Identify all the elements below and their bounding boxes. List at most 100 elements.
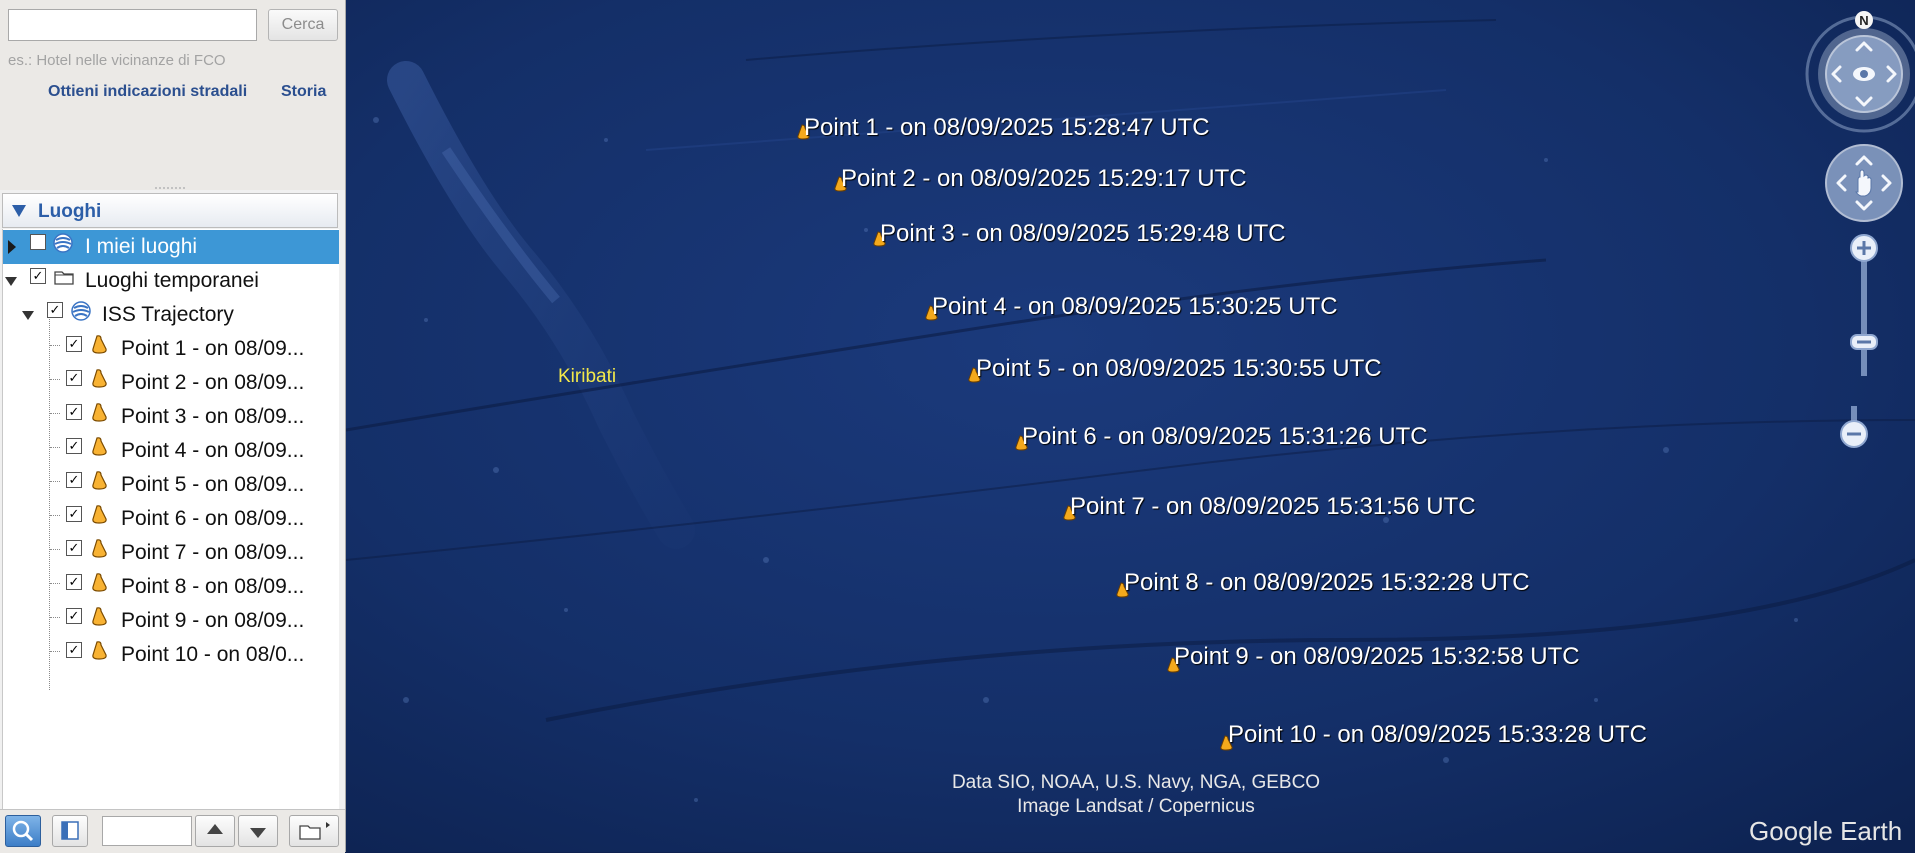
tree-item-label: Point 1 - on 08/09...: [121, 337, 305, 360]
placemark-label[interactable]: Point 4 - on 08/09/2025 15:30:25 UTC: [932, 293, 1338, 321]
attribution-line: Image Landsat / Copernicus: [1017, 796, 1255, 817]
checkbox[interactable]: ✓: [66, 506, 82, 522]
panel-toolbar: [0, 809, 345, 853]
panel-splitter[interactable]: [0, 186, 345, 192]
north-label: N: [1859, 13, 1868, 28]
checkbox[interactable]: ✓: [66, 336, 82, 352]
globe-network-icon: [53, 233, 73, 253]
folder-menu-button[interactable]: [289, 815, 339, 847]
tree-item-label: Point 5 - on 08/09...: [121, 473, 305, 496]
search-area: Cerca es.: Hotel nelle vicinanze di FCO …: [0, 0, 345, 190]
tree-item-point[interactable]: ✓ Point 5 - on 08/09...: [3, 468, 339, 502]
search-input[interactable]: [8, 9, 257, 41]
placemark-label[interactable]: Point 10 - on 08/09/2025 15:33:28 UTC: [1228, 721, 1647, 749]
checkbox[interactable]: ✓: [66, 574, 82, 590]
zoom-slider[interactable]: [1850, 234, 1878, 376]
placemark-label[interactable]: Point 1 - on 08/09/2025 15:28:47 UTC: [804, 114, 1210, 142]
folder-icon: [299, 822, 330, 840]
tree-item-label: Luoghi temporanei: [85, 269, 259, 292]
placemark-label[interactable]: Point 7 - on 08/09/2025 15:31:56 UTC: [1070, 493, 1476, 521]
tree-item-point[interactable]: ✓ Point 4 - on 08/09...: [3, 434, 339, 468]
checkbox[interactable]: ✓: [66, 472, 82, 488]
tree-item-point[interactable]: ✓ Point 9 - on 08/09...: [3, 604, 339, 638]
magnifier-icon: [12, 820, 34, 842]
placemark-label[interactable]: Point 8 - on 08/09/2025 15:32:28 UTC: [1124, 569, 1530, 597]
google-earth-logo: Google Earth: [1749, 816, 1903, 846]
collapse-arrow-icon[interactable]: [22, 311, 34, 320]
placemark-label[interactable]: Point 5 - on 08/09/2025 15:30:55 UTC: [976, 355, 1382, 383]
tree-item-label: Point 7 - on 08/09...: [121, 541, 305, 564]
navigation-controls: N: [1805, 11, 1915, 376]
search-tab-button[interactable]: [5, 815, 41, 847]
checkbox[interactable]: ✓: [30, 268, 46, 284]
attribution-line: Data SIO, NOAA, U.S. Navy, NGA, GEBCO: [951, 772, 1321, 793]
move-up-button[interactable]: [195, 815, 235, 847]
expand-arrow-icon[interactable]: [8, 240, 16, 254]
history-link[interactable]: Storia: [281, 83, 326, 101]
placemark-label[interactable]: Point 3 - on 08/09/2025 15:29:48 UTC: [880, 220, 1286, 248]
checkbox[interactable]: ✓: [66, 642, 82, 658]
toolbar-field[interactable]: [102, 816, 192, 846]
tree-item-iss-trajectory[interactable]: ✓ ISS Trajectory: [3, 298, 339, 332]
look-joystick[interactable]: [1805, 15, 1915, 133]
checkbox[interactable]: ✓: [66, 404, 82, 420]
placemark-pin-icon: [92, 573, 107, 592]
placemark-pin-icon: [92, 641, 107, 660]
panel-icon: [61, 821, 79, 840]
tree-item-point[interactable]: ✓ Point 10 - on 08/0...: [3, 638, 339, 672]
zoom-out-icon[interactable]: [1834, 406, 1874, 450]
tree-item-label: Point 4 - on 08/09...: [121, 439, 305, 462]
tree-item-point[interactable]: ✓ Point 3 - on 08/09...: [3, 400, 339, 434]
folder-icon: [54, 271, 74, 285]
tree-item-point[interactable]: ✓ Point 1 - on 08/09...: [3, 332, 339, 366]
tree-item-label: ISS Trajectory: [102, 303, 234, 326]
tree-item-label: Point 6 - on 08/09...: [121, 507, 305, 530]
tree-item-label: Point 2 - on 08/09...: [121, 371, 305, 394]
compass-north[interactable]: N: [1855, 11, 1873, 29]
earth-map-view[interactable]: Kiribati Point 1 - on 08/09/2025 15:28:4…: [346, 0, 1915, 852]
placemark-pin-icon: [92, 539, 107, 558]
tree-item-point[interactable]: ✓ Point 2 - on 08/09...: [3, 366, 339, 400]
tree-item-label: Point 3 - on 08/09...: [121, 405, 305, 428]
placemark-pin-icon: [92, 471, 107, 490]
tree-item-point[interactable]: ✓ Point 7 - on 08/09...: [3, 536, 339, 570]
move-down-button[interactable]: [238, 815, 278, 847]
sidebar-panel: Cerca es.: Hotel nelle vicinanze di FCO …: [0, 0, 346, 853]
map-attribution: Data SIO, NOAA, U.S. Navy, NGA, GEBCO Im…: [896, 771, 1376, 819]
placemark-label[interactable]: Point 9 - on 08/09/2025 15:32:58 UTC: [1174, 643, 1580, 671]
globe-network-icon: [71, 301, 91, 321]
search-button[interactable]: Cerca: [268, 9, 338, 41]
checkbox[interactable]: [30, 234, 46, 250]
checkbox[interactable]: ✓: [66, 608, 82, 624]
checkbox[interactable]: ✓: [47, 302, 63, 318]
move-joystick[interactable]: [1825, 144, 1903, 222]
region-label-kiribati[interactable]: Kiribati: [558, 366, 616, 388]
arrow-down-icon: [250, 828, 266, 838]
tree-item-label: Point 8 - on 08/09...: [121, 575, 305, 598]
tree-item-label: I miei luoghi: [85, 235, 198, 258]
tree-item-temporary-places[interactable]: ✓ Luoghi temporanei: [3, 264, 339, 298]
placemark-label[interactable]: Point 6 - on 08/09/2025 15:31:26 UTC: [1022, 423, 1428, 451]
placemark-label[interactable]: Point 2 - on 08/09/2025 15:29:17 UTC: [841, 165, 1247, 193]
directions-link[interactable]: Ottieni indicazioni stradali: [48, 83, 247, 101]
placemark-pin-icon: [92, 437, 107, 456]
places-tree: I miei luoghi ✓ Luoghi temporanei ✓ ISS …: [2, 229, 339, 809]
collapse-arrow-icon[interactable]: [5, 277, 17, 286]
checkbox[interactable]: ✓: [66, 540, 82, 556]
panel-toggle-button[interactable]: [52, 815, 88, 847]
search-hint: es.: Hotel nelle vicinanze di FCO: [8, 52, 226, 69]
placemark-pin-icon: [92, 505, 107, 524]
places-header[interactable]: Luoghi: [2, 193, 338, 228]
tree-item-point[interactable]: ✓ Point 6 - on 08/09...: [3, 502, 339, 536]
collapse-triangle-icon: [12, 205, 26, 217]
placemark-pin-icon: [92, 369, 107, 388]
tree-item-point[interactable]: ✓ Point 8 - on 08/09...: [3, 570, 339, 604]
tree-item-label: Point 10 - on 08/0...: [121, 643, 305, 666]
checkbox[interactable]: ✓: [66, 438, 82, 454]
checkbox[interactable]: ✓: [66, 370, 82, 386]
placemark-pin-icon: [92, 403, 107, 422]
tree-item-label: Point 9 - on 08/09...: [121, 609, 305, 632]
places-header-label: Luoghi: [38, 201, 102, 222]
tree-item-my-places[interactable]: I miei luoghi: [3, 230, 339, 264]
arrow-up-icon: [207, 824, 223, 834]
